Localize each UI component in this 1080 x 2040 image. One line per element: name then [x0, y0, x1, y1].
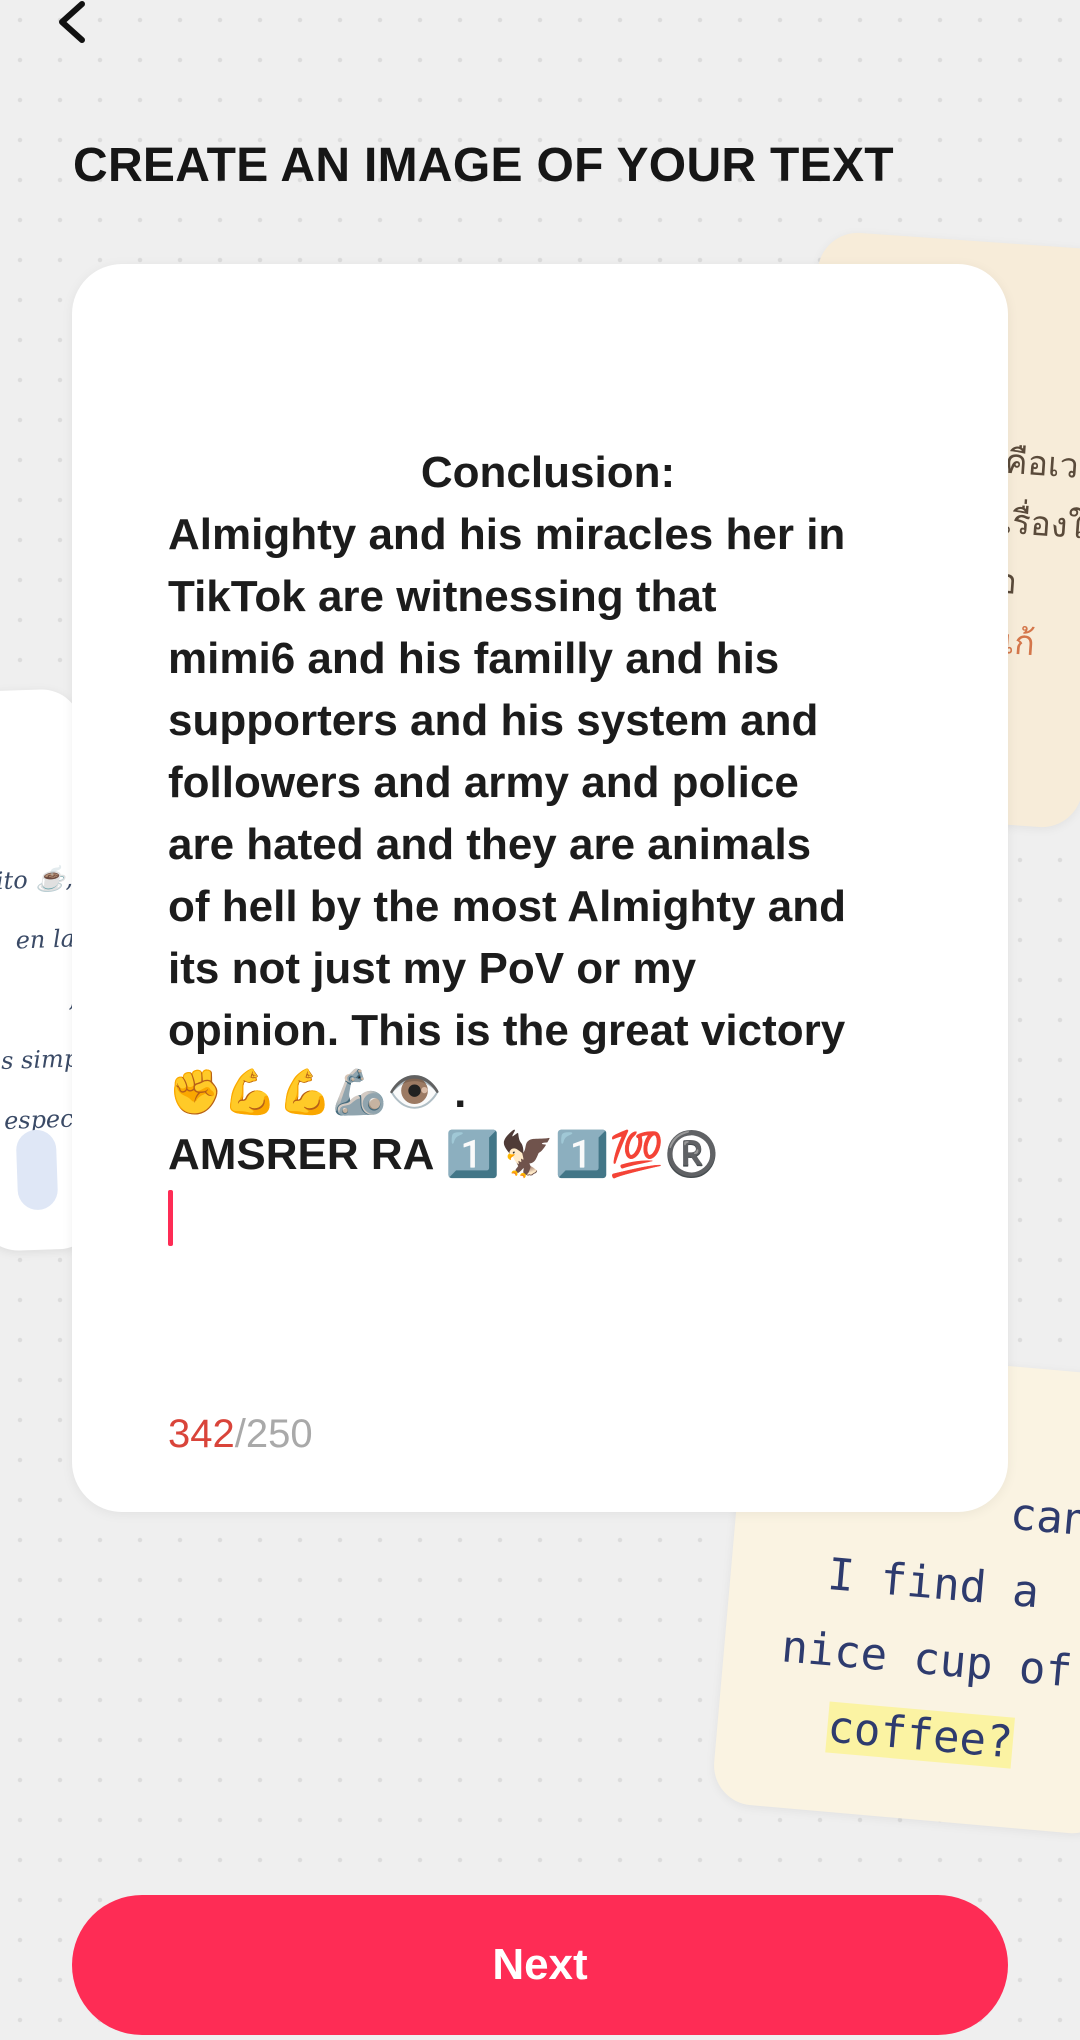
- back-button[interactable]: [52, 0, 112, 56]
- text-line: mimi6 and his familly and his: [168, 634, 780, 683]
- text-line: opinion. This is the great victory: [168, 1006, 846, 1055]
- text-line: Almighty and his miracles her in: [168, 510, 846, 559]
- template-text-line: ;: [0, 968, 82, 1032]
- chevron-left-icon: [59, 1, 85, 43]
- hand-illustration: [15, 1129, 59, 1211]
- template-text-line: coffee?: [825, 1701, 1015, 1769]
- text-line: are hated and they are animals: [168, 820, 812, 869]
- character-count: 342: [168, 1412, 235, 1456]
- text-editor-card[interactable]: Conclusion: Almighty and his miracles he…: [72, 264, 1008, 1512]
- page-title: CREATE AN IMAGE OF YOUR TEXT: [73, 139, 894, 192]
- template-text-line: เรื่องใน: [999, 501, 1080, 549]
- template-text-line: en la: [15, 924, 76, 955]
- character-limit: 250: [245, 1412, 313, 1456]
- next-button[interactable]: Next: [72, 1895, 1008, 2035]
- text-line: supporters and his system and: [168, 696, 819, 745]
- text-line: AMSRER RA 1️⃣🦅1️⃣💯®️: [168, 1130, 719, 1179]
- text-input-area[interactable]: Conclusion: Almighty and his miracles he…: [168, 442, 928, 1186]
- text-line: ✊💪💪🦾👁️ .: [168, 1068, 467, 1117]
- character-counter: 342/250: [168, 1412, 313, 1457]
- text-line: TikTok are witnessing that: [168, 572, 717, 621]
- text-line: its not just my PoV or my: [168, 944, 697, 993]
- text-line: Conclusion:: [420, 448, 676, 497]
- counter-separator: /: [234, 1412, 246, 1456]
- text-line: of hell by the most Almighty and: [168, 882, 846, 931]
- template-text-line: คือเว: [1003, 441, 1080, 487]
- template-text-line: ito ☕,: [0, 864, 74, 896]
- text-cursor: [168, 1190, 173, 1246]
- text-line: followers and army and police: [168, 758, 799, 807]
